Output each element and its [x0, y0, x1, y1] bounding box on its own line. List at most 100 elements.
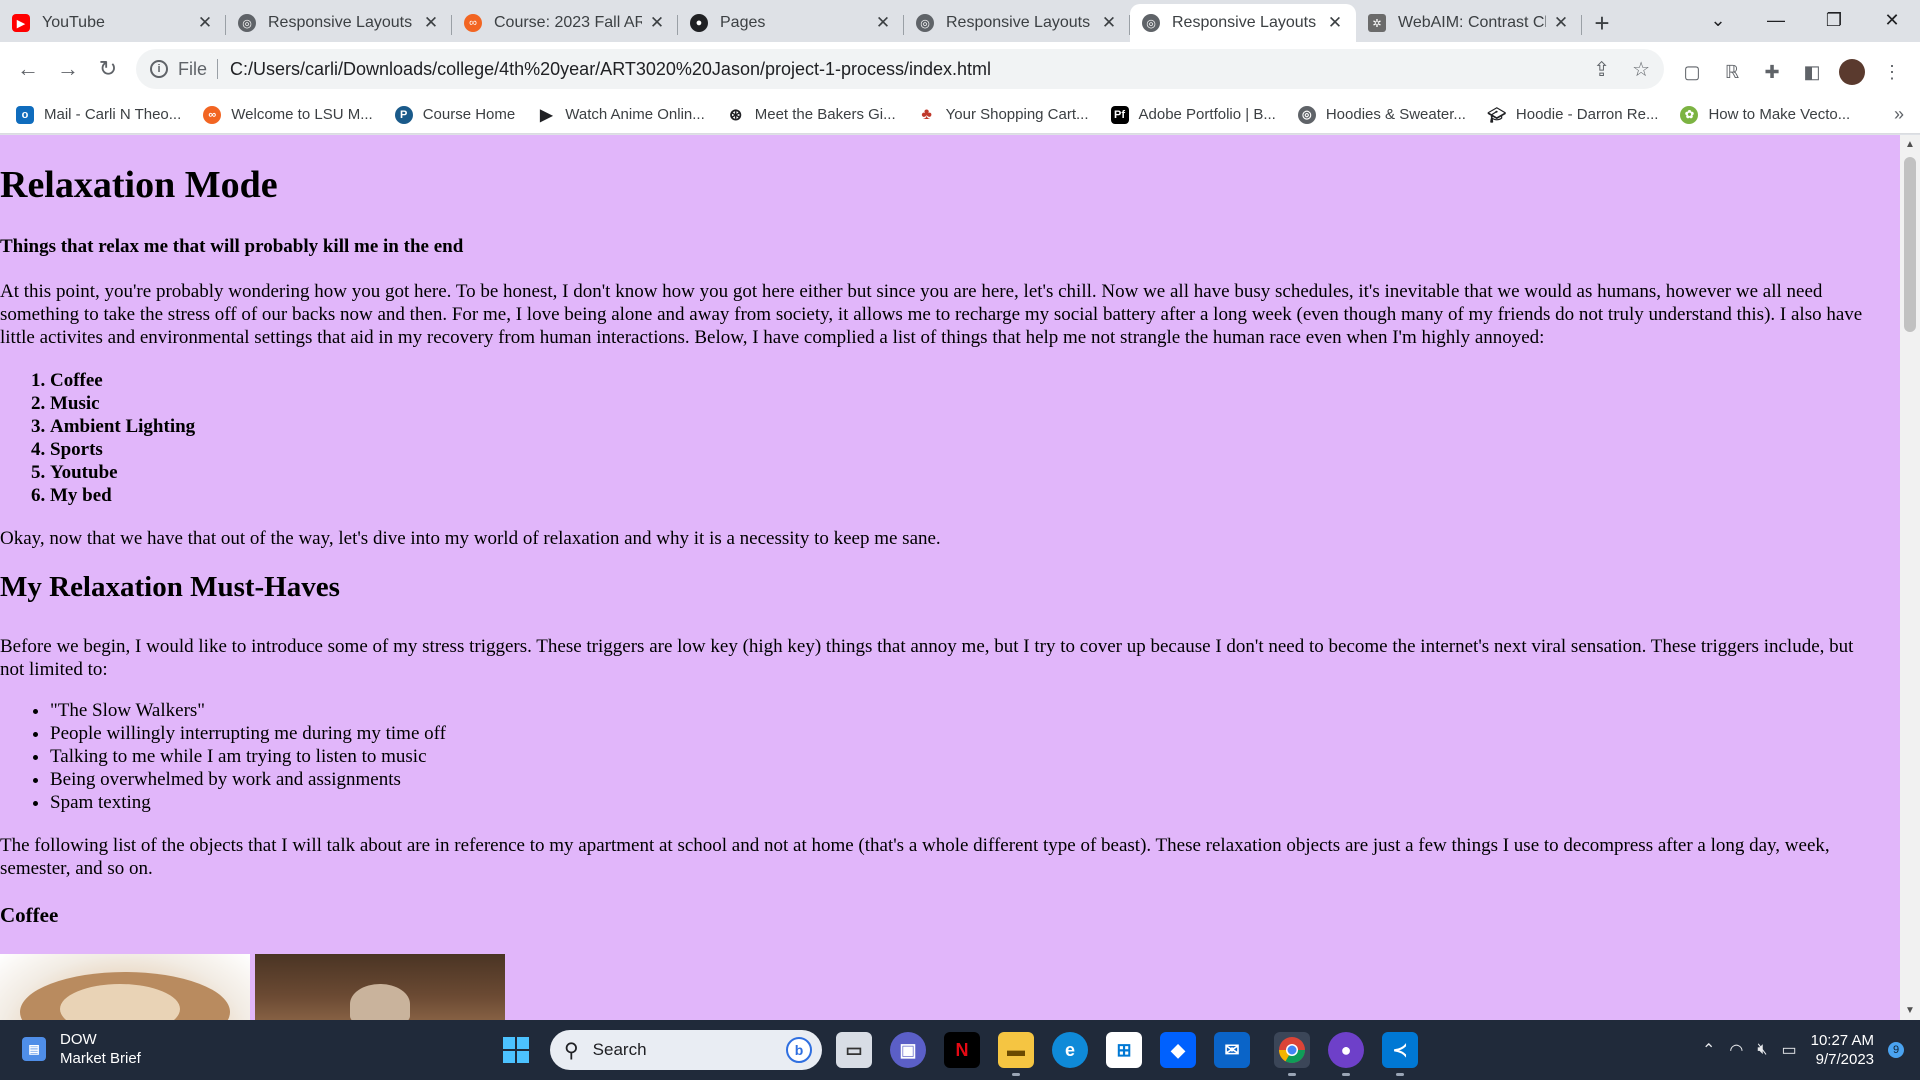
- tab-title: Course: 2023 Fall ART: [494, 14, 642, 31]
- dropbox-icon[interactable]: ◆: [1160, 1032, 1196, 1068]
- close-icon[interactable]: ✕: [196, 13, 214, 33]
- bookmark-hoodie-darron[interactable]: 🎓︎ Hoodie - Darron Re...: [1487, 106, 1658, 124]
- bookmark-course-home[interactable]: P Course Home: [394, 105, 515, 124]
- vscode-icon[interactable]: ≺: [1382, 1032, 1418, 1076]
- bookmark-vector[interactable]: ✿ How to Make Vecto...: [1680, 105, 1850, 124]
- browser-toolbar: ← → ↻ i File C:/Users/carli/Downloads/co…: [0, 42, 1920, 96]
- list-item: People willingly interrupting me during …: [50, 722, 446, 745]
- back-button[interactable]: ←: [8, 49, 48, 89]
- moodle-icon: ∞: [464, 14, 482, 32]
- github-desktop-icon[interactable]: ●: [1328, 1032, 1364, 1076]
- wifi-icon[interactable]: ◠: [1729, 1040, 1743, 1060]
- bookmark-cart[interactable]: ♣ Your Shopping Cart...: [918, 106, 1088, 124]
- bookmark-hoodies[interactable]: ◎ Hoodies & Sweater...: [1297, 105, 1466, 124]
- bookmark-adobe-portfolio[interactable]: Pf Adobe Portfolio | B...: [1110, 105, 1276, 124]
- edge-icon[interactable]: e: [1052, 1032, 1088, 1068]
- restore-button[interactable]: ❐: [1806, 0, 1862, 40]
- list-item: Spam texting: [50, 791, 446, 814]
- bookmark-bakers[interactable]: ⊛ Meet the Bakers Gi...: [727, 106, 896, 124]
- minimize-button[interactable]: —: [1748, 0, 1804, 40]
- info-icon[interactable]: i: [150, 60, 168, 78]
- bookmark-mail[interactable]: o Mail - Carli N Theo...: [16, 105, 181, 124]
- teams-chat-icon[interactable]: ▣: [890, 1032, 926, 1068]
- moodle-icon: ∞: [203, 105, 222, 124]
- transition-paragraph: Okay, now that we have that out of the w…: [0, 528, 941, 549]
- triggers-list: "The Slow Walkers" People willingly inte…: [50, 699, 446, 814]
- tab-course[interactable]: ∞ Course: 2023 Fall ART ✕: [452, 4, 678, 42]
- coffee-latte-image: [0, 954, 250, 1020]
- url-text[interactable]: C:/Users/carli/Downloads/college/4th%20y…: [230, 59, 991, 80]
- page-scrollbar[interactable]: ▲ ▼: [1900, 135, 1920, 1020]
- tab-responsive-layouts-1[interactable]: ◎ Responsive Layouts ✕: [226, 4, 452, 42]
- openai-icon: ⊛: [729, 106, 743, 124]
- address-bar[interactable]: i File C:/Users/carli/Downloads/college/…: [136, 49, 1664, 89]
- bookmarks-overflow-icon[interactable]: »: [1894, 104, 1904, 125]
- tab-search-chevron-icon[interactable]: ⌄: [1690, 0, 1746, 40]
- page-subtitle: Things that relax me that will probably …: [0, 236, 464, 257]
- profile-avatar[interactable]: [1836, 56, 1868, 88]
- clock[interactable]: 10:27 AM 9/7/2023: [1811, 1031, 1874, 1069]
- notification-badge[interactable]: 9: [1888, 1042, 1904, 1058]
- close-icon[interactable]: ✕: [1100, 13, 1118, 33]
- bookmark-anime[interactable]: ▶ Watch Anime Onlin...: [537, 106, 705, 124]
- list-item: My bed: [50, 484, 195, 507]
- task-view-icon[interactable]: ▭: [836, 1032, 872, 1068]
- star-icon[interactable]: ☆: [1632, 57, 1650, 82]
- close-icon[interactable]: ✕: [874, 13, 892, 33]
- leaf-icon: ✿: [1680, 105, 1699, 124]
- page-title: Relaxation Mode: [0, 164, 278, 206]
- system-tray: ⌃ ◠ 🔇︎ ▭ 10:27 AM 9/7/2023 9: [1702, 1020, 1920, 1080]
- section-heading: My Relaxation Must-Haves: [0, 571, 340, 603]
- netflix-icon[interactable]: N: [944, 1032, 980, 1068]
- puzzle-extensions-icon[interactable]: ✚: [1756, 56, 1788, 88]
- tab-responsive-layouts-active[interactable]: ◎ Responsive Layouts ✕: [1130, 4, 1356, 42]
- forward-button[interactable]: →: [48, 49, 88, 89]
- file-explorer-icon[interactable]: ▬: [998, 1032, 1034, 1076]
- youtube-icon: ▶: [12, 14, 30, 32]
- bing-icon[interactable]: b: [786, 1037, 812, 1063]
- play-icon: ▶: [540, 106, 553, 124]
- windows-taskbar: ▤ DOW Market Brief ⚲ Search b ▭ ▣ N ▬ e …: [0, 1020, 1920, 1080]
- share-icon[interactable]: ⇪: [1593, 57, 1610, 82]
- close-icon[interactable]: ✕: [648, 13, 666, 33]
- globe-icon: ◎: [1297, 105, 1316, 124]
- new-tab-button[interactable]: +: [1582, 4, 1622, 42]
- extension-box-icon[interactable]: ▢: [1676, 56, 1708, 88]
- bookmark-lsu[interactable]: ∞ Welcome to LSU M...: [203, 105, 373, 124]
- globe-icon: ◎: [238, 14, 256, 32]
- bookmarks-bar: o Mail - Carli N Theo... ∞ Welcome to LSU …: [0, 96, 1920, 134]
- extension-r-icon[interactable]: ℝ: [1716, 56, 1748, 88]
- battery-icon[interactable]: ▭: [1781, 1040, 1796, 1060]
- chevron-up-icon[interactable]: ⌃: [1702, 1040, 1715, 1060]
- tab-youtube[interactable]: ▶ YouTube ✕: [0, 4, 226, 42]
- windows-start-icon[interactable]: [498, 1032, 534, 1068]
- market-widget[interactable]: ▤ DOW Market Brief: [22, 1030, 141, 1068]
- tab-responsive-layouts-2[interactable]: ◎ Responsive Layouts ✕: [904, 4, 1130, 42]
- tab-pages[interactable]: ● Pages ✕: [678, 4, 904, 42]
- clock-date: 9/7/2023: [1815, 1051, 1874, 1068]
- mail-icon[interactable]: ✉: [1214, 1032, 1250, 1068]
- volume-muted-icon[interactable]: 🔇︎: [1757, 1041, 1767, 1059]
- scroll-up-arrow-icon[interactable]: ▲: [1905, 139, 1915, 150]
- widget-subtitle: Market Brief: [60, 1050, 141, 1067]
- scrollbar-thumb[interactable]: [1904, 157, 1916, 332]
- tab-title: WebAIM: Contrast Ch: [1398, 14, 1546, 31]
- taskbar-search[interactable]: ⚲ Search b: [550, 1030, 822, 1070]
- side-panel-icon[interactable]: ◧: [1796, 56, 1828, 88]
- close-icon[interactable]: ✕: [1326, 13, 1344, 33]
- reload-button[interactable]: ↻: [88, 49, 128, 89]
- tab-title: Responsive Layouts: [268, 14, 413, 31]
- menu-kebab-icon[interactable]: ⋮: [1876, 56, 1908, 88]
- tab-webaim[interactable]: ✲ WebAIM: Contrast Ch ✕: [1356, 4, 1582, 42]
- chrome-icon[interactable]: [1274, 1032, 1310, 1076]
- close-icon[interactable]: ✕: [1552, 13, 1570, 33]
- list-item: Being overwhelmed by work and assignment…: [50, 768, 446, 791]
- outlook-icon: o: [16, 105, 34, 124]
- list-item: Sports: [50, 438, 195, 461]
- scroll-down-arrow-icon[interactable]: ▼: [1905, 1005, 1915, 1016]
- webaim-icon: ✲: [1368, 14, 1386, 32]
- tab-title: Pages: [720, 14, 766, 31]
- microsoft-store-icon[interactable]: ⊞: [1106, 1032, 1142, 1068]
- close-icon[interactable]: ✕: [422, 13, 440, 33]
- close-window-button[interactable]: ✕: [1864, 0, 1920, 40]
